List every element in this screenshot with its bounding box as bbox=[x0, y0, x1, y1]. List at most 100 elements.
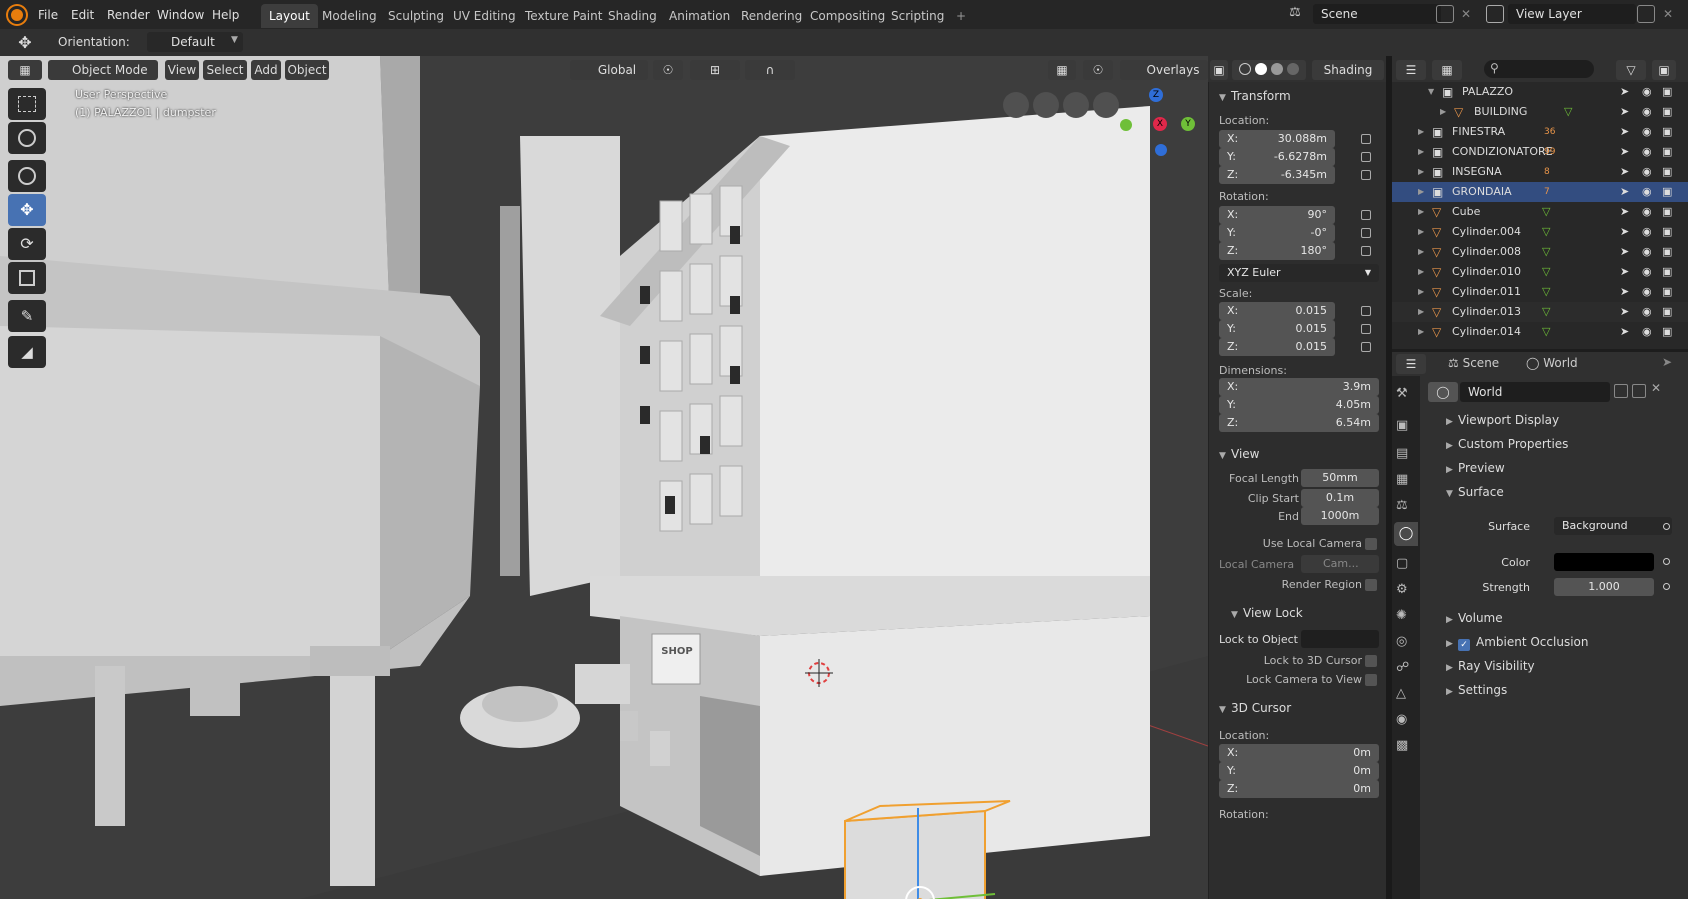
selectable-icon[interactable]: ➤ bbox=[1620, 142, 1629, 162]
pan-hand-icon[interactable] bbox=[1063, 92, 1089, 118]
object-types-visibility-icon[interactable]: ▦ bbox=[1048, 60, 1076, 80]
camera-render-icon[interactable]: ▣ bbox=[1662, 202, 1672, 222]
xray-icon[interactable]: ▣ bbox=[1210, 60, 1228, 80]
outliner-row[interactable]: ▶ ▣ INSEGNA 8 ➤ ◉ ▣ bbox=[1392, 162, 1688, 182]
eye-icon[interactable]: ◉ bbox=[1642, 162, 1652, 182]
outliner-item-name[interactable]: FINESTRA bbox=[1452, 122, 1505, 142]
clip-end-field[interactable]: 1000m bbox=[1301, 507, 1379, 525]
selectable-icon[interactable]: ➤ bbox=[1620, 122, 1629, 142]
menu-file[interactable]: File bbox=[31, 4, 65, 26]
camera-render-icon[interactable]: ▣ bbox=[1662, 182, 1672, 202]
ambient-occlusion-panel[interactable]: ▶ ✓ Ambient Occlusion bbox=[1420, 631, 1688, 653]
scale-z-field[interactable]: Z: 0.015 bbox=[1219, 338, 1335, 356]
constraints-tab-icon[interactable]: ☍ bbox=[1396, 660, 1409, 675]
cursor-location-z-field[interactable]: Z: 0m bbox=[1219, 780, 1379, 798]
pivot-point-icon[interactable]: ☉ bbox=[653, 60, 683, 80]
proportional-edit-icon[interactable]: ∩ bbox=[745, 60, 795, 80]
close-icon[interactable]: ✕ bbox=[1660, 4, 1676, 24]
cursor-tool[interactable] bbox=[8, 122, 46, 154]
mesh-data-icon[interactable]: ▽ bbox=[1542, 222, 1550, 242]
viewport-display-panel[interactable]: ▶ Viewport Display bbox=[1420, 409, 1688, 431]
world-browse-icon[interactable]: ◯ bbox=[1428, 382, 1458, 402]
expand-toggle-icon[interactable]: ▶ bbox=[1418, 122, 1424, 142]
axis-x-icon[interactable]: X bbox=[1153, 117, 1167, 131]
location-z-field[interactable]: Z: -6.345m bbox=[1219, 166, 1335, 184]
outliner-row[interactable]: ▶ ▽ BUILDING ▽ ➤ ◉ ▣ bbox=[1392, 102, 1688, 122]
outliner-item-name[interactable]: CONDIZIONATORE bbox=[1452, 142, 1553, 162]
rendered-shading-icon[interactable] bbox=[1286, 63, 1299, 75]
lock-icon[interactable] bbox=[1361, 306, 1371, 316]
select-menu[interactable]: Select bbox=[203, 60, 247, 80]
menu-window[interactable]: Window bbox=[150, 4, 211, 26]
expand-toggle-icon[interactable]: ▶ bbox=[1418, 182, 1424, 202]
outliner-row[interactable]: ▶ ▽ Cylinder.010 ▽ ➤ ◉ ▣ bbox=[1392, 262, 1688, 282]
tab-shading[interactable]: Shading bbox=[600, 4, 665, 28]
render-tab-icon[interactable]: ▣ bbox=[1396, 418, 1408, 433]
expand-toggle-icon[interactable]: ▶ bbox=[1418, 222, 1424, 242]
lock-camera-to-view-checkbox[interactable] bbox=[1365, 674, 1377, 686]
selectable-icon[interactable]: ➤ bbox=[1620, 202, 1629, 222]
lock-to-3d-cursor-checkbox[interactable] bbox=[1365, 655, 1377, 667]
menu-render[interactable]: Render bbox=[100, 4, 157, 26]
outliner-row[interactable]: ▶ ▽ Cylinder.008 ▽ ➤ ◉ ▣ bbox=[1392, 242, 1688, 262]
transform-orientation-dropdown[interactable]: Global bbox=[570, 60, 648, 80]
expand-toggle-icon[interactable]: ▶ bbox=[1418, 242, 1424, 262]
mode-dropdown[interactable]: Object Mode bbox=[48, 60, 158, 80]
new-world-icon[interactable] bbox=[1632, 384, 1646, 398]
camera-render-icon[interactable]: ▣ bbox=[1662, 322, 1672, 342]
object-menu[interactable]: Object bbox=[285, 60, 329, 80]
view-layer-icon[interactable] bbox=[1486, 5, 1504, 23]
rotation-mode-dropdown[interactable]: XYZ Euler ▼ bbox=[1219, 264, 1379, 282]
properties-editor-icon[interactable]: ☰ bbox=[1396, 354, 1426, 374]
tab-texture-paint[interactable]: Texture Paint bbox=[517, 4, 610, 28]
outliner-item-name[interactable]: Cube bbox=[1452, 202, 1480, 222]
strength-field[interactable]: 1.000 bbox=[1554, 578, 1654, 596]
lock-icon[interactable] bbox=[1361, 228, 1371, 238]
outliner-row[interactable]: ▼ ▣ PALAZZO ➤ ◉ ▣ bbox=[1392, 82, 1688, 102]
ambient-occlusion-checkbox[interactable]: ✓ bbox=[1458, 639, 1470, 651]
editor-type-button[interactable]: ▦ bbox=[8, 60, 42, 80]
mesh-data-icon[interactable]: ▽ bbox=[1542, 202, 1550, 222]
outliner-item-name[interactable]: Cylinder.010 bbox=[1452, 262, 1521, 282]
dimension-z-field[interactable]: Z: 6.54m bbox=[1219, 414, 1379, 432]
axis-neg-z-icon[interactable] bbox=[1155, 144, 1167, 156]
socket-icon[interactable] bbox=[1663, 558, 1670, 565]
tab-modeling[interactable]: Modeling bbox=[314, 4, 385, 28]
solid-shading-icon[interactable] bbox=[1255, 63, 1268, 75]
outliner-item-name[interactable]: Cylinder.013 bbox=[1452, 302, 1521, 322]
use-local-camera-checkbox[interactable] bbox=[1365, 538, 1377, 550]
camera-render-icon[interactable]: ▣ bbox=[1662, 302, 1672, 322]
selectable-icon[interactable]: ➤ bbox=[1620, 282, 1629, 302]
camera-view-icon[interactable] bbox=[1033, 92, 1059, 118]
lock-icon[interactable] bbox=[1361, 246, 1371, 256]
camera-render-icon[interactable]: ▣ bbox=[1662, 162, 1672, 182]
world-breadcrumb[interactable]: ◯ World bbox=[1526, 356, 1578, 370]
3d-cursor-header[interactable]: ▼ 3D Cursor bbox=[1209, 696, 1387, 720]
selectable-icon[interactable]: ➤ bbox=[1620, 322, 1629, 342]
tab-uv-editing[interactable]: UV Editing bbox=[445, 4, 524, 28]
eye-icon[interactable]: ◉ bbox=[1642, 242, 1652, 262]
surface-dropdown[interactable]: Background bbox=[1554, 517, 1672, 535]
expand-toggle-icon[interactable]: ▶ bbox=[1440, 102, 1446, 122]
close-icon[interactable]: ✕ bbox=[1458, 4, 1474, 24]
mesh-data-icon[interactable]: ▽ bbox=[1542, 322, 1550, 342]
expand-toggle-icon[interactable]: ▶ bbox=[1418, 302, 1424, 322]
expand-toggle-icon[interactable]: ▶ bbox=[1418, 162, 1424, 182]
eye-icon[interactable]: ◉ bbox=[1642, 282, 1652, 302]
view-layer-field[interactable]: View Layer bbox=[1508, 4, 1636, 24]
world-tab-icon[interactable]: ◯ bbox=[1394, 522, 1418, 546]
selectable-icon[interactable]: ➤ bbox=[1620, 82, 1629, 102]
lock-icon[interactable] bbox=[1361, 170, 1371, 180]
cursor-location-x-field[interactable]: X: 0m bbox=[1219, 744, 1379, 762]
expand-toggle-icon[interactable]: ▼ bbox=[1428, 82, 1434, 102]
rotation-z-field[interactable]: Z: 180° bbox=[1219, 242, 1335, 260]
blender-logo-icon[interactable] bbox=[8, 6, 26, 24]
mesh-data-icon[interactable]: ▽ bbox=[1542, 242, 1550, 262]
menu-edit[interactable]: Edit bbox=[64, 4, 101, 26]
pin-icon[interactable]: ➤ bbox=[1662, 355, 1672, 369]
wireframe-shading-icon[interactable] bbox=[1239, 63, 1252, 75]
particles-tab-icon[interactable]: ✺ bbox=[1396, 608, 1407, 623]
outliner-item-name[interactable]: Cylinder.008 bbox=[1452, 242, 1521, 262]
mesh-data-icon[interactable]: ▽ bbox=[1564, 102, 1572, 122]
camera-render-icon[interactable]: ▣ bbox=[1662, 82, 1672, 102]
